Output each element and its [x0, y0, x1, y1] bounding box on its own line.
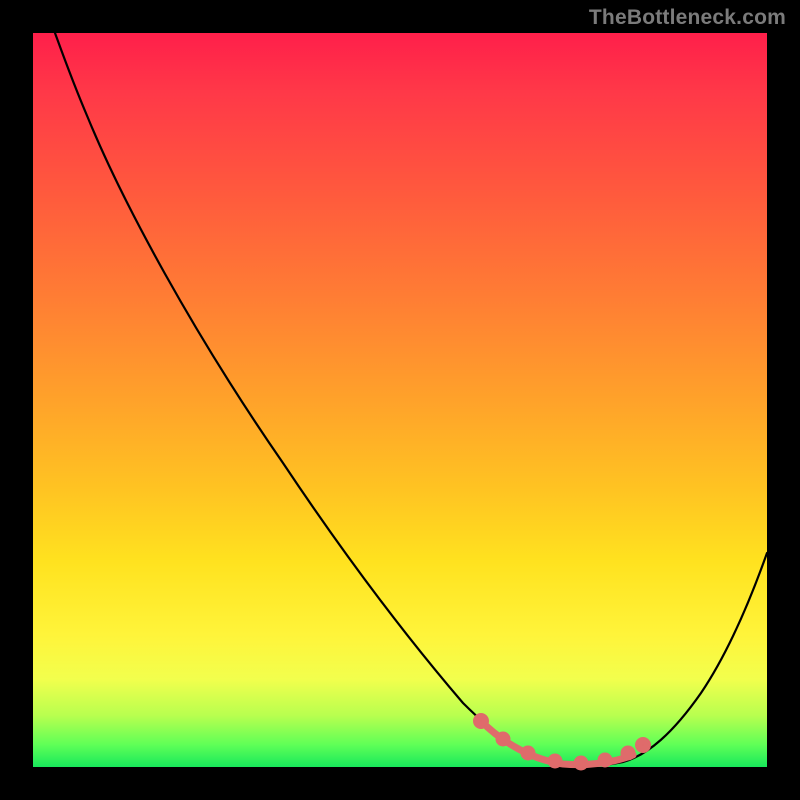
plot-area	[33, 33, 767, 767]
bottleneck-sweet-spot	[477, 717, 648, 768]
bottleneck-curve	[55, 33, 767, 766]
curve-layer	[33, 33, 767, 767]
watermark-label: TheBottleneck.com	[589, 6, 786, 30]
chart-frame: TheBottleneck.com	[0, 0, 800, 800]
